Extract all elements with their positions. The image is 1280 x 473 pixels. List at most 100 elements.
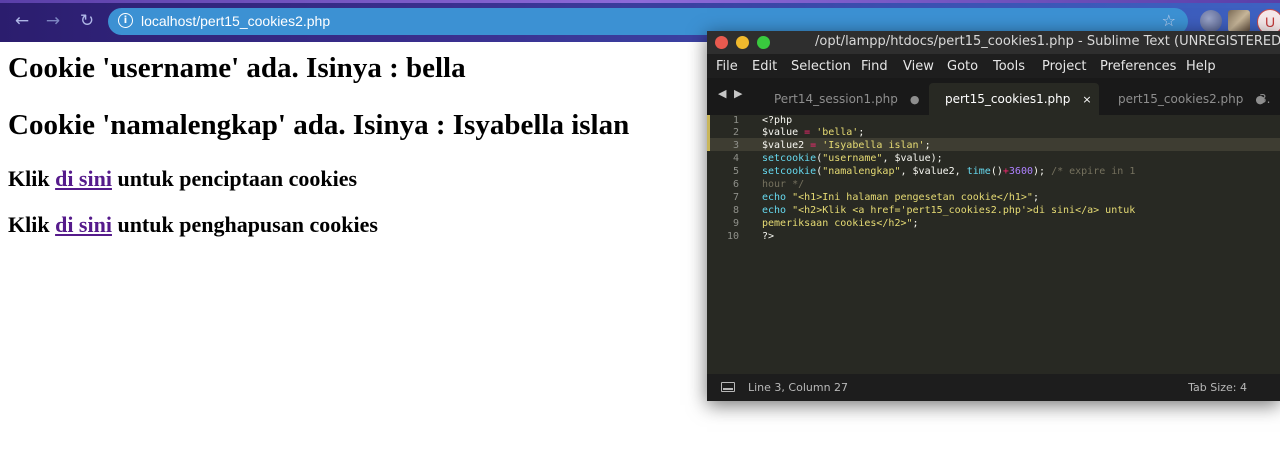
tab-size-selector[interactable]: Tab Size: 4 (1188, 381, 1247, 394)
line-number-gutter: 1 2 3 4 5 6 7 8 9 10 (707, 115, 751, 374)
tab-label: 3. (1259, 92, 1271, 106)
sublime-menu-bar: File Edit Selection Find View Goto Tools… (707, 54, 1280, 78)
menu-selection[interactable]: Selection (791, 59, 851, 74)
code-token: = (798, 127, 817, 138)
menu-project[interactable]: Project (1042, 59, 1086, 74)
line-number: 2 (732, 127, 739, 138)
sublime-text-window[interactable]: /opt/lampp/htdocs/pert15_cookies1.php - … (707, 31, 1280, 401)
code-line-6: hour */ (762, 179, 804, 190)
code-token: 3600 (1008, 166, 1033, 177)
code-token: pemeriksaan cookies</h2>" (762, 218, 913, 229)
menu-goto[interactable]: Goto (947, 59, 978, 74)
code-line-7: echo "<h1>Ini halaman pengesetan cookie<… (762, 192, 1039, 203)
back-arrow-icon[interactable]: ← (11, 10, 33, 32)
code-line-8: echo "<h2>Klik <a href='pert15_cookies2.… (762, 205, 1135, 216)
tab-pert14-session1[interactable]: Pert14_session1.php ● (774, 83, 919, 115)
bookmark-star-icon[interactable]: ☆ (1162, 11, 1176, 30)
menu-edit[interactable]: Edit (752, 59, 777, 74)
line-number: 4 (732, 153, 739, 164)
code-token: 'Isyabella islan' (822, 140, 925, 151)
code-token: <?php (762, 115, 793, 126)
code-comment: /* expire in 1 (1051, 166, 1136, 177)
code-token: = (804, 140, 823, 151)
line-number: 1 (732, 115, 739, 126)
code-line-9: pemeriksaan cookies</h2>"; (762, 218, 919, 229)
address-url[interactable]: localhost/pert15_cookies2.php (141, 13, 330, 29)
code-token: "<h2>Klik <a href='pert15_cookies2.php'>… (786, 205, 1136, 216)
code-token: ; (912, 218, 919, 229)
menu-file[interactable]: File (716, 59, 738, 74)
code-token: time (966, 166, 991, 177)
code-token: , $value); (882, 153, 943, 164)
sublime-window-title: /opt/lampp/htdocs/pert15_cookies1.php - … (815, 34, 1280, 49)
code-token: ?> (762, 231, 775, 242)
tab-pert15-cookies1[interactable]: pert15_cookies1.php × (929, 83, 1099, 115)
cookie-username-heading: Cookie 'username' ada. Isinya : bella (8, 52, 466, 84)
create-cookies-prefix: Klik (8, 166, 56, 191)
code-line-2: $value = 'bella'; (762, 127, 864, 138)
sublime-title-bar[interactable]: /opt/lampp/htdocs/pert15_cookies1.php - … (707, 31, 1280, 54)
code-token: "<h1>Ini halaman pengesetan cookie</h1>" (786, 192, 1033, 203)
code-token: setcookie (762, 166, 817, 177)
code-token: "username" (822, 153, 883, 164)
line-number: 6 (732, 179, 739, 190)
menu-view[interactable]: View (903, 59, 934, 74)
close-tab-icon[interactable]: × (1082, 93, 1091, 106)
cookie-namalengkap-heading: Cookie 'namalengkap' ada. Isinya : Isyab… (8, 109, 630, 141)
code-line-4: setcookie("username", $value); (762, 153, 943, 164)
code-comment: hour */ (762, 179, 805, 190)
code-token: $value (762, 127, 799, 138)
code-token: ); (1033, 166, 1052, 177)
cursor-position: Line 3, Column 27 (748, 381, 849, 394)
line-number: 7 (732, 192, 739, 203)
delete-cookies-suffix: untuk penghapusan cookies (111, 212, 378, 237)
code-editor[interactable]: 1 2 3 4 5 6 7 8 9 10 <?php $value = 'bel… (707, 115, 1280, 374)
code-token: "namalengkap" (822, 166, 901, 177)
line-number: 10 (726, 231, 739, 242)
line-number: 5 (732, 166, 739, 177)
menu-preferences[interactable]: Preferences (1100, 59, 1176, 74)
code-token: $value2 (762, 140, 805, 151)
menu-help[interactable]: Help (1186, 59, 1216, 74)
tab-label: pert15_cookies2.php (1118, 92, 1244, 106)
menu-tools[interactable]: Tools (993, 59, 1025, 74)
window-top-strip (0, 0, 1280, 3)
code-token: setcookie (762, 153, 817, 164)
create-cookies-line: Klik di sini untuk penciptaan cookies (8, 166, 357, 192)
extension-image-icon[interactable] (1228, 10, 1250, 32)
unsaved-dot-icon[interactable]: ● (910, 93, 920, 106)
line-number: 8 (732, 205, 739, 216)
code-token: () (990, 166, 1003, 177)
tab-label: pert15_cookies1.php (945, 92, 1071, 106)
tab-pert15-cookies2[interactable]: pert15_cookies2.php ● (1118, 83, 1265, 115)
reload-icon[interactable]: ↻ (76, 10, 98, 32)
sublime-tab-bar: ◀ ▶ Pert14_session1.php ● pert15_cookies1… (707, 78, 1280, 115)
tab-scroll-arrows-icon[interactable]: ◀ ▶ (718, 87, 744, 100)
maximize-window-button[interactable] (757, 36, 770, 49)
code-token: , $value2, (900, 166, 967, 177)
minimize-window-button[interactable] (736, 36, 749, 49)
extension-icon[interactable] (1200, 10, 1222, 32)
line-number: 9 (732, 218, 739, 229)
info-icon[interactable]: i (118, 13, 133, 28)
code-line-10: ?> (762, 231, 774, 242)
code-line-3: $value2 = 'Isyabella islan'; (762, 140, 931, 151)
line-number: 3 (732, 140, 739, 151)
panel-toggle-icon[interactable] (721, 382, 735, 392)
tab-overflow[interactable]: 3. (1259, 83, 1270, 115)
menu-find[interactable]: Find (861, 59, 888, 74)
code-line-1: <?php (762, 115, 792, 126)
tab-label: Pert14_session1.php (774, 92, 898, 106)
code-token: ; (858, 127, 865, 138)
delete-cookies-link[interactable]: di sini (55, 212, 112, 237)
code-token: echo (762, 192, 787, 203)
forward-arrow-icon[interactable]: → (42, 10, 64, 32)
create-cookies-suffix: untuk penciptaan cookies (111, 166, 358, 191)
code-token: ; (1032, 192, 1039, 203)
delete-cookies-line: Klik di sini untuk penghapusan cookies (8, 212, 378, 238)
delete-cookies-prefix: Klik (8, 212, 56, 237)
code-line-5: setcookie("namalengkap", $value2, time()… (762, 166, 1135, 177)
create-cookies-link[interactable]: di sini (55, 166, 112, 191)
close-window-button[interactable] (715, 36, 728, 49)
code-token: echo (762, 205, 787, 216)
